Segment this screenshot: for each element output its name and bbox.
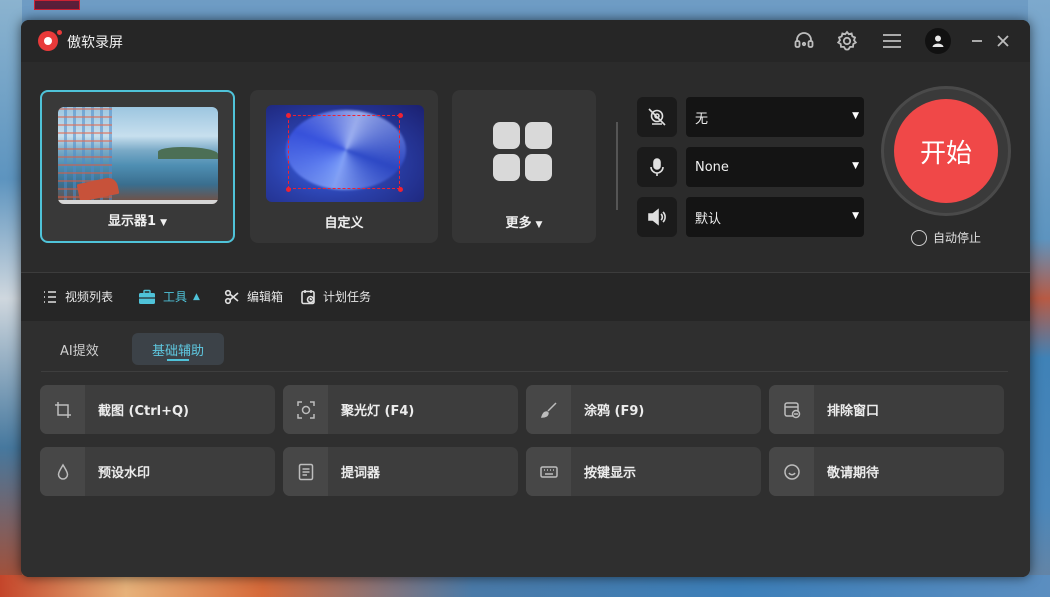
tab-divider	[41, 371, 1008, 372]
apps-grid-icon	[493, 122, 553, 182]
bottom-nav: 视频列表 工具 ▲ 编辑箱 计划任务	[21, 273, 1030, 321]
list-icon	[44, 290, 56, 303]
source-tile-display1[interactable]: 显示器1 ▼	[40, 90, 235, 243]
app-logo-icon	[38, 30, 62, 51]
tool-coming-soon[interactable]: 敬请期待	[769, 447, 1004, 496]
start-recording-button[interactable]: 开始	[894, 99, 998, 203]
watermark-drop-icon	[40, 447, 85, 496]
speaker-icon	[648, 208, 666, 226]
crop-icon	[40, 385, 85, 434]
auto-stop-radio[interactable]	[911, 229, 927, 246]
tools-panel: AI提效 基础辅助 截图 (Ctrl+Q) 聚光灯 (F4) 涂鸦 (F9) 排…	[21, 321, 1030, 577]
tool-keystroke[interactable]: 按键显示	[526, 447, 761, 496]
microphone-select-value: None	[695, 159, 729, 175]
nav-schedule[interactable]: 计划任务	[300, 288, 371, 305]
dropdown-arrow-icon: ▼	[852, 161, 859, 171]
microphone-icon	[650, 158, 664, 176]
tab-ai[interactable]: AI提效	[40, 333, 119, 365]
speaker-select[interactable]: 默认 ▼	[686, 197, 864, 237]
minimize-icon[interactable]	[965, 29, 989, 53]
tool-watermark[interactable]: 预设水印	[40, 447, 275, 496]
auto-stop-option[interactable]: 自动停止	[911, 229, 981, 246]
desktop-window-fragment	[34, 0, 80, 10]
camera-select-value: 无	[695, 111, 709, 127]
nav-video-list[interactable]: 视频列表	[42, 288, 113, 305]
nav-tools[interactable]: 工具 ▲	[138, 288, 200, 305]
nav-editor[interactable]: 编辑箱	[224, 288, 283, 305]
tool-screenshot[interactable]: 截图 (Ctrl+Q)	[40, 385, 275, 434]
tool-doodle[interactable]: 涂鸦 (F9)	[526, 385, 761, 434]
source-label-more: 更多 ▼	[505, 216, 543, 231]
menu-icon[interactable]	[880, 29, 904, 53]
camera-select[interactable]: 无 ▼	[686, 97, 864, 137]
desktop-right-edge	[1028, 0, 1050, 597]
app-title: 傲软录屏	[67, 35, 123, 51]
spotlight-icon	[283, 385, 328, 434]
tool-teleprompter[interactable]: 提词器	[283, 447, 518, 496]
user-avatar-icon[interactable]	[925, 28, 951, 54]
close-icon[interactable]	[991, 29, 1015, 53]
display-thumbnail	[58, 107, 218, 204]
custom-region-thumbnail	[266, 105, 424, 202]
source-tile-custom[interactable]: 自定义	[250, 90, 438, 243]
caret-up-icon: ▲	[193, 291, 200, 302]
source-tile-more[interactable]: 更多 ▼	[452, 90, 596, 243]
microphone-select[interactable]: None ▼	[686, 147, 864, 187]
caret-down-icon: ▼	[160, 218, 167, 228]
tool-exclude-window[interactable]: 排除窗口	[769, 385, 1004, 434]
toolbox-icon	[139, 289, 155, 304]
camera-toggle-button[interactable]	[637, 97, 677, 137]
speaker-select-value: 默认	[695, 211, 722, 227]
speaker-toggle-button[interactable]	[637, 197, 677, 237]
keyboard-icon	[526, 447, 571, 496]
microphone-toggle-button[interactable]	[637, 147, 677, 187]
desktop-left-edge	[0, 0, 22, 597]
app-window: 傲软录屏 显示器1 ▼ 自定义 更多 ▼ 无 ▼ None ▼ 默认 ▼ 开始 …	[21, 20, 1030, 577]
schedule-icon	[301, 289, 315, 304]
brush-icon	[526, 385, 571, 434]
dropdown-arrow-icon: ▼	[852, 211, 859, 221]
divider	[616, 122, 618, 210]
teleprompter-icon	[283, 447, 328, 496]
dropdown-arrow-icon: ▼	[852, 111, 859, 121]
caret-down-icon: ▼	[535, 220, 543, 230]
settings-gear-icon[interactable]	[835, 29, 859, 53]
start-button-ring: 开始	[881, 86, 1011, 216]
tab-basic[interactable]: 基础辅助	[132, 333, 225, 365]
source-label-display1: 显示器1 ▼	[108, 214, 167, 229]
scissors-icon	[224, 289, 239, 304]
smile-icon	[769, 447, 814, 496]
camera-off-icon	[648, 108, 666, 126]
tool-spotlight[interactable]: 聚光灯 (F4)	[283, 385, 518, 434]
source-label-custom: 自定义	[324, 216, 364, 231]
desktop-bottom-edge	[0, 575, 1050, 597]
auto-stop-label: 自动停止	[933, 231, 982, 245]
headset-support-icon[interactable]	[792, 29, 816, 53]
title-bar: 傲软录屏	[21, 20, 1030, 62]
exclude-window-icon	[769, 385, 814, 434]
